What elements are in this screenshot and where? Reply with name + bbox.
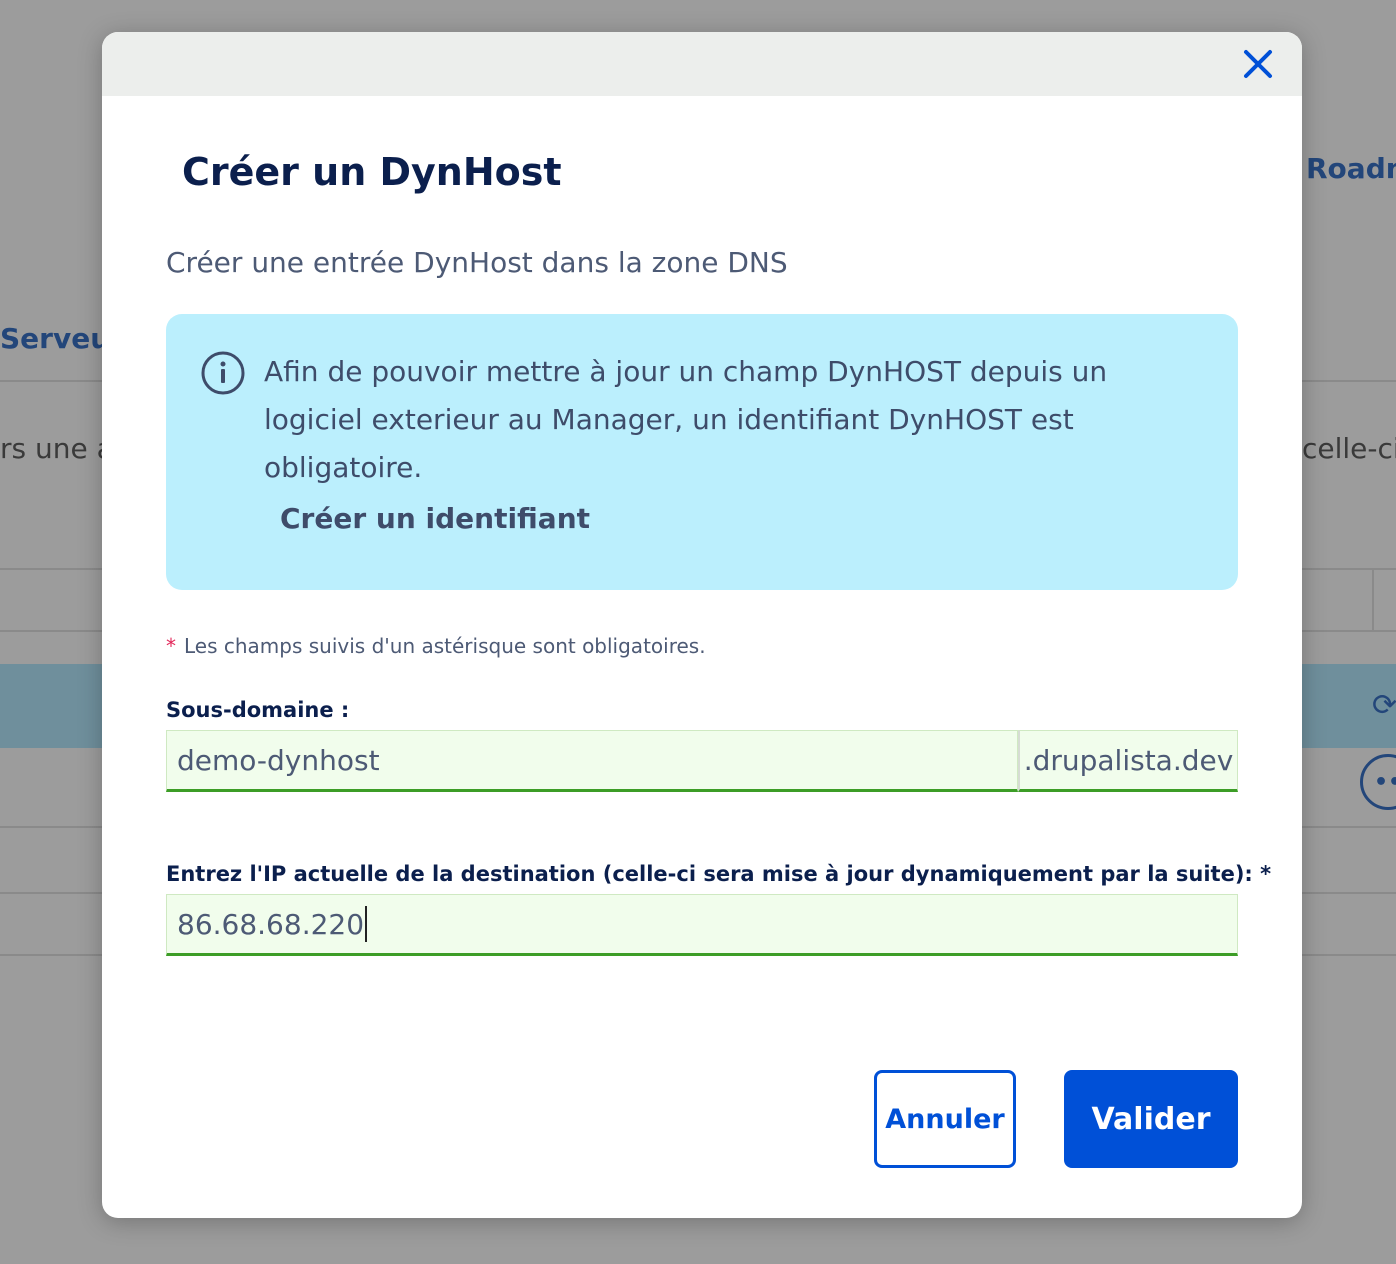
create-identifier-link[interactable]: Créer un identifiant [280, 502, 590, 535]
background-more-dots-icon: •• [1374, 770, 1396, 795]
domain-suffix: .drupalista.dev [1018, 730, 1238, 792]
text-caret [365, 906, 368, 942]
create-dynhost-modal: Créer un DynHost Créer une entrée DynHos… [102, 32, 1302, 1218]
background-roadmap-link: Roadm [1306, 152, 1396, 185]
subdomain-label: Sous-domaine : [166, 698, 350, 722]
info-message-text: Afin de pouvoir mettre à jour un champ D… [264, 355, 1108, 484]
subdomain-input-group: demo-dynhost .drupalista.dev [166, 730, 1238, 792]
ip-input[interactable]: 86.68.68.220 [166, 894, 1238, 956]
subdomain-input[interactable]: demo-dynhost [166, 730, 1018, 792]
ip-label: Entrez l'IP actuelle de la destination (… [166, 862, 1272, 886]
modal-description: Créer une entrée DynHost dans la zone DN… [166, 246, 788, 279]
modal-header [102, 32, 1302, 96]
background-text-left: rs une a [0, 432, 114, 465]
background-cell-divider [1372, 570, 1374, 630]
subdomain-value: demo-dynhost [177, 743, 380, 777]
info-message: Afin de pouvoir mettre à jour un champ D… [166, 314, 1238, 590]
close-icon [1244, 50, 1272, 78]
close-button[interactable] [1238, 44, 1278, 84]
required-fields-note: * Les champs suivis d'un astérisque sont … [166, 634, 706, 658]
ip-value: 86.68.68.220 [177, 907, 365, 941]
background-refresh-icon: ⟳ [1372, 688, 1396, 723]
cancel-button[interactable]: Annuler [874, 1070, 1016, 1168]
required-note-text: Les champs suivis d'un astérisque sont o… [184, 634, 706, 658]
required-asterisk: * [166, 634, 176, 658]
background-text-right: celle-ci. [1302, 432, 1396, 465]
modal-title: Créer un DynHost [182, 150, 562, 194]
submit-button[interactable]: Valider [1064, 1070, 1238, 1168]
info-icon [201, 351, 245, 395]
